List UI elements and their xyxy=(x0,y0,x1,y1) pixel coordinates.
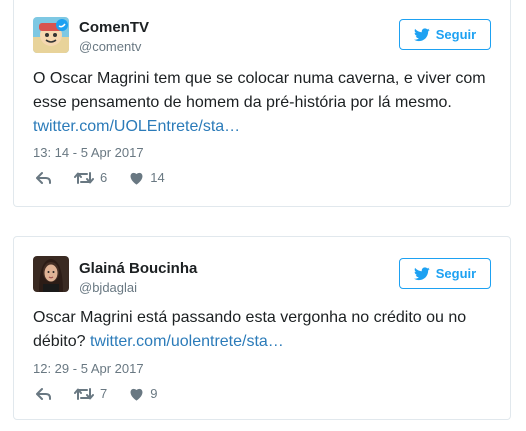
like-count: 14 xyxy=(150,170,165,185)
reply-icon xyxy=(36,171,51,184)
user-photo-avatar-icon xyxy=(33,256,69,292)
like-button[interactable]: 9 xyxy=(129,386,157,401)
follow-button[interactable]: Seguir xyxy=(399,19,491,50)
retweet-button[interactable]: 7 xyxy=(74,386,107,401)
twitter-bird-icon xyxy=(413,27,430,41)
tweet-actions: 6 14 xyxy=(36,170,187,185)
follow-label: Seguir xyxy=(435,27,477,42)
timestamp[interactable]: 12: 29 - 5 Apr 2017 xyxy=(33,361,144,376)
reply-button[interactable] xyxy=(36,171,52,185)
reply-button[interactable] xyxy=(36,387,52,401)
retweet-icon xyxy=(74,171,94,184)
reply-icon xyxy=(36,387,51,400)
retweet-count: 7 xyxy=(100,386,108,401)
tweet-text-content: O Oscar Magrini tem que se colocar numa … xyxy=(33,70,486,111)
display-name[interactable]: Glainá Boucinha xyxy=(79,260,197,277)
avatar[interactable] xyxy=(33,256,69,292)
twitter-bird-icon xyxy=(413,266,430,280)
heart-icon xyxy=(130,388,143,401)
like-button[interactable]: 14 xyxy=(129,170,165,185)
follow-button[interactable]: Seguir xyxy=(399,258,491,289)
timestamp[interactable]: 13: 14 - 5 Apr 2017 xyxy=(33,145,144,160)
tweet-link[interactable]: twitter.com/uolentrete/sta… xyxy=(90,333,284,350)
tweet-card: ComenTV @comentv Seguir O Oscar Magrini … xyxy=(13,0,511,207)
tweet-text: O Oscar Magrini tem que se colocar numa … xyxy=(33,67,493,139)
avatar[interactable] xyxy=(33,17,69,53)
heart-icon xyxy=(130,172,143,185)
retweet-button[interactable]: 6 xyxy=(74,170,107,185)
tweet-actions: 7 9 xyxy=(36,386,179,401)
follow-label: Seguir xyxy=(435,266,477,281)
tweet-link[interactable]: twitter.com/UOLEntrete/sta… xyxy=(33,118,240,135)
retweet-count: 6 xyxy=(100,170,108,185)
user-handle[interactable]: @comentv xyxy=(79,39,141,54)
tweet-card: Glainá Boucinha @bjdaglai Seguir Oscar M… xyxy=(13,236,511,420)
retweet-icon xyxy=(74,387,94,400)
user-handle[interactable]: @bjdaglai xyxy=(79,280,137,295)
comentv-logo-avatar-icon xyxy=(33,17,69,53)
like-count: 9 xyxy=(150,386,158,401)
display-name[interactable]: ComenTV xyxy=(79,19,149,36)
tweet-text: Oscar Magrini está passando esta vergonh… xyxy=(33,306,493,354)
